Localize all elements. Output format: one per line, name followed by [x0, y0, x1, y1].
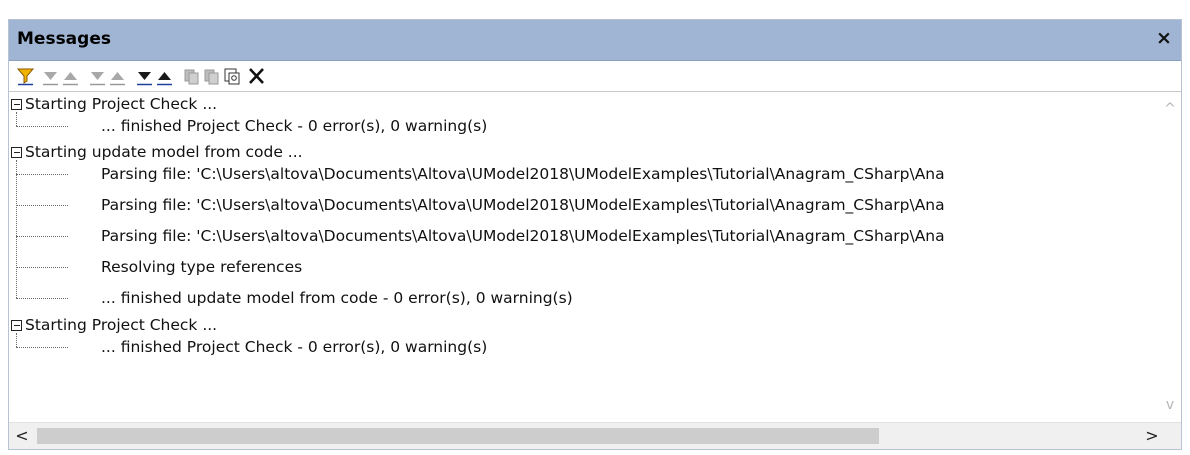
- clear-button[interactable]: [246, 65, 267, 86]
- previous-warning-icon: [63, 72, 78, 86]
- message-text: ... finished Project Check - 0 error(s),…: [101, 338, 488, 356]
- tree-connector: [16, 174, 68, 175]
- message-text: ... finished update model from code - 0 …: [101, 289, 573, 307]
- scroll-down-icon[interactable]: v: [1163, 398, 1177, 412]
- tree-connector: [16, 126, 68, 127]
- previous-error-icon: [157, 72, 172, 86]
- tree-message-item[interactable]: Parsing file: 'C:\Users\altova\Documents…: [101, 163, 945, 185]
- horizontal-scroll-thumb[interactable]: [37, 428, 879, 444]
- message-text: Parsing file: 'C:\Users\altova\Documents…: [101, 196, 945, 214]
- close-button[interactable]: ×: [1153, 25, 1175, 51]
- collapse-icon[interactable]: [11, 147, 22, 158]
- next-error-icon: [137, 72, 152, 86]
- copy-all-button[interactable]: [201, 65, 222, 86]
- group-header-label: Starting Project Check ...: [25, 316, 218, 334]
- tree-message-item[interactable]: ... finished update model from code - 0 …: [101, 287, 573, 309]
- tree-connector: [16, 205, 68, 206]
- copy-selected-icon: [184, 69, 199, 85]
- vertical-scrollbar[interactable]: ^ v: [1159, 92, 1181, 424]
- next-message-icon: [90, 72, 105, 86]
- message-text: ... finished Project Check - 0 error(s),…: [101, 117, 488, 135]
- messages-tree: Starting Project Check ... ... finished …: [9, 92, 1159, 424]
- panel-title: Messages: [17, 29, 111, 49]
- tree-connector: [16, 112, 17, 126]
- collapse-icon[interactable]: [11, 99, 22, 110]
- filter-icon: [16, 68, 35, 86]
- previous-message-icon: [110, 72, 125, 86]
- tree-message-item[interactable]: Resolving type references: [101, 256, 302, 278]
- tree-connector: [16, 298, 68, 299]
- scroll-left-icon[interactable]: <: [13, 427, 31, 445]
- message-text: Parsing file: 'C:\Users\altova\Documents…: [101, 227, 945, 245]
- scroll-up-icon[interactable]: ^: [1163, 102, 1177, 116]
- tree-message-item[interactable]: ... finished Project Check - 0 error(s),…: [101, 115, 487, 137]
- tree-message-item[interactable]: ... finished Project Check - 0 error(s),…: [101, 336, 487, 358]
- next-warning-icon: [43, 72, 58, 86]
- tree-connector: [16, 347, 68, 348]
- tree-connector: [16, 267, 68, 268]
- messages-toolbar: [9, 61, 1181, 92]
- tree-connector: [16, 333, 17, 347]
- messages-panel: Messages × Starting Project Check ... ..…: [8, 19, 1182, 450]
- clear-icon: [249, 68, 264, 84]
- message-text: Resolving type references: [101, 258, 303, 276]
- next-warning-button[interactable]: [40, 65, 61, 86]
- horizontal-scrollbar[interactable]: < >: [9, 422, 1181, 449]
- previous-warning-button[interactable]: [60, 65, 81, 86]
- group-header-label: Starting update model from code ...: [25, 143, 303, 161]
- tree-message-item[interactable]: Parsing file: 'C:\Users\altova\Documents…: [101, 225, 945, 247]
- tree-message-item[interactable]: Parsing file: 'C:\Users\altova\Documents…: [101, 194, 945, 216]
- tree-connector: [16, 160, 17, 298]
- tree-connector: [16, 236, 68, 237]
- next-error-button[interactable]: [134, 65, 155, 86]
- filter-button[interactable]: [15, 65, 36, 86]
- panel-titlebar: Messages ×: [9, 20, 1181, 61]
- next-message-button[interactable]: [87, 65, 108, 86]
- find-button[interactable]: [222, 65, 243, 86]
- copy-selected-button[interactable]: [181, 65, 202, 86]
- copy-all-icon: [204, 69, 219, 85]
- scroll-right-icon[interactable]: >: [1143, 427, 1161, 445]
- previous-error-button[interactable]: [154, 65, 175, 86]
- message-text: Parsing file: 'C:\Users\altova\Documents…: [101, 165, 945, 183]
- find-icon: [224, 68, 240, 85]
- group-header-label: Starting Project Check ...: [25, 95, 218, 113]
- collapse-icon[interactable]: [11, 320, 22, 331]
- previous-message-button[interactable]: [107, 65, 128, 86]
